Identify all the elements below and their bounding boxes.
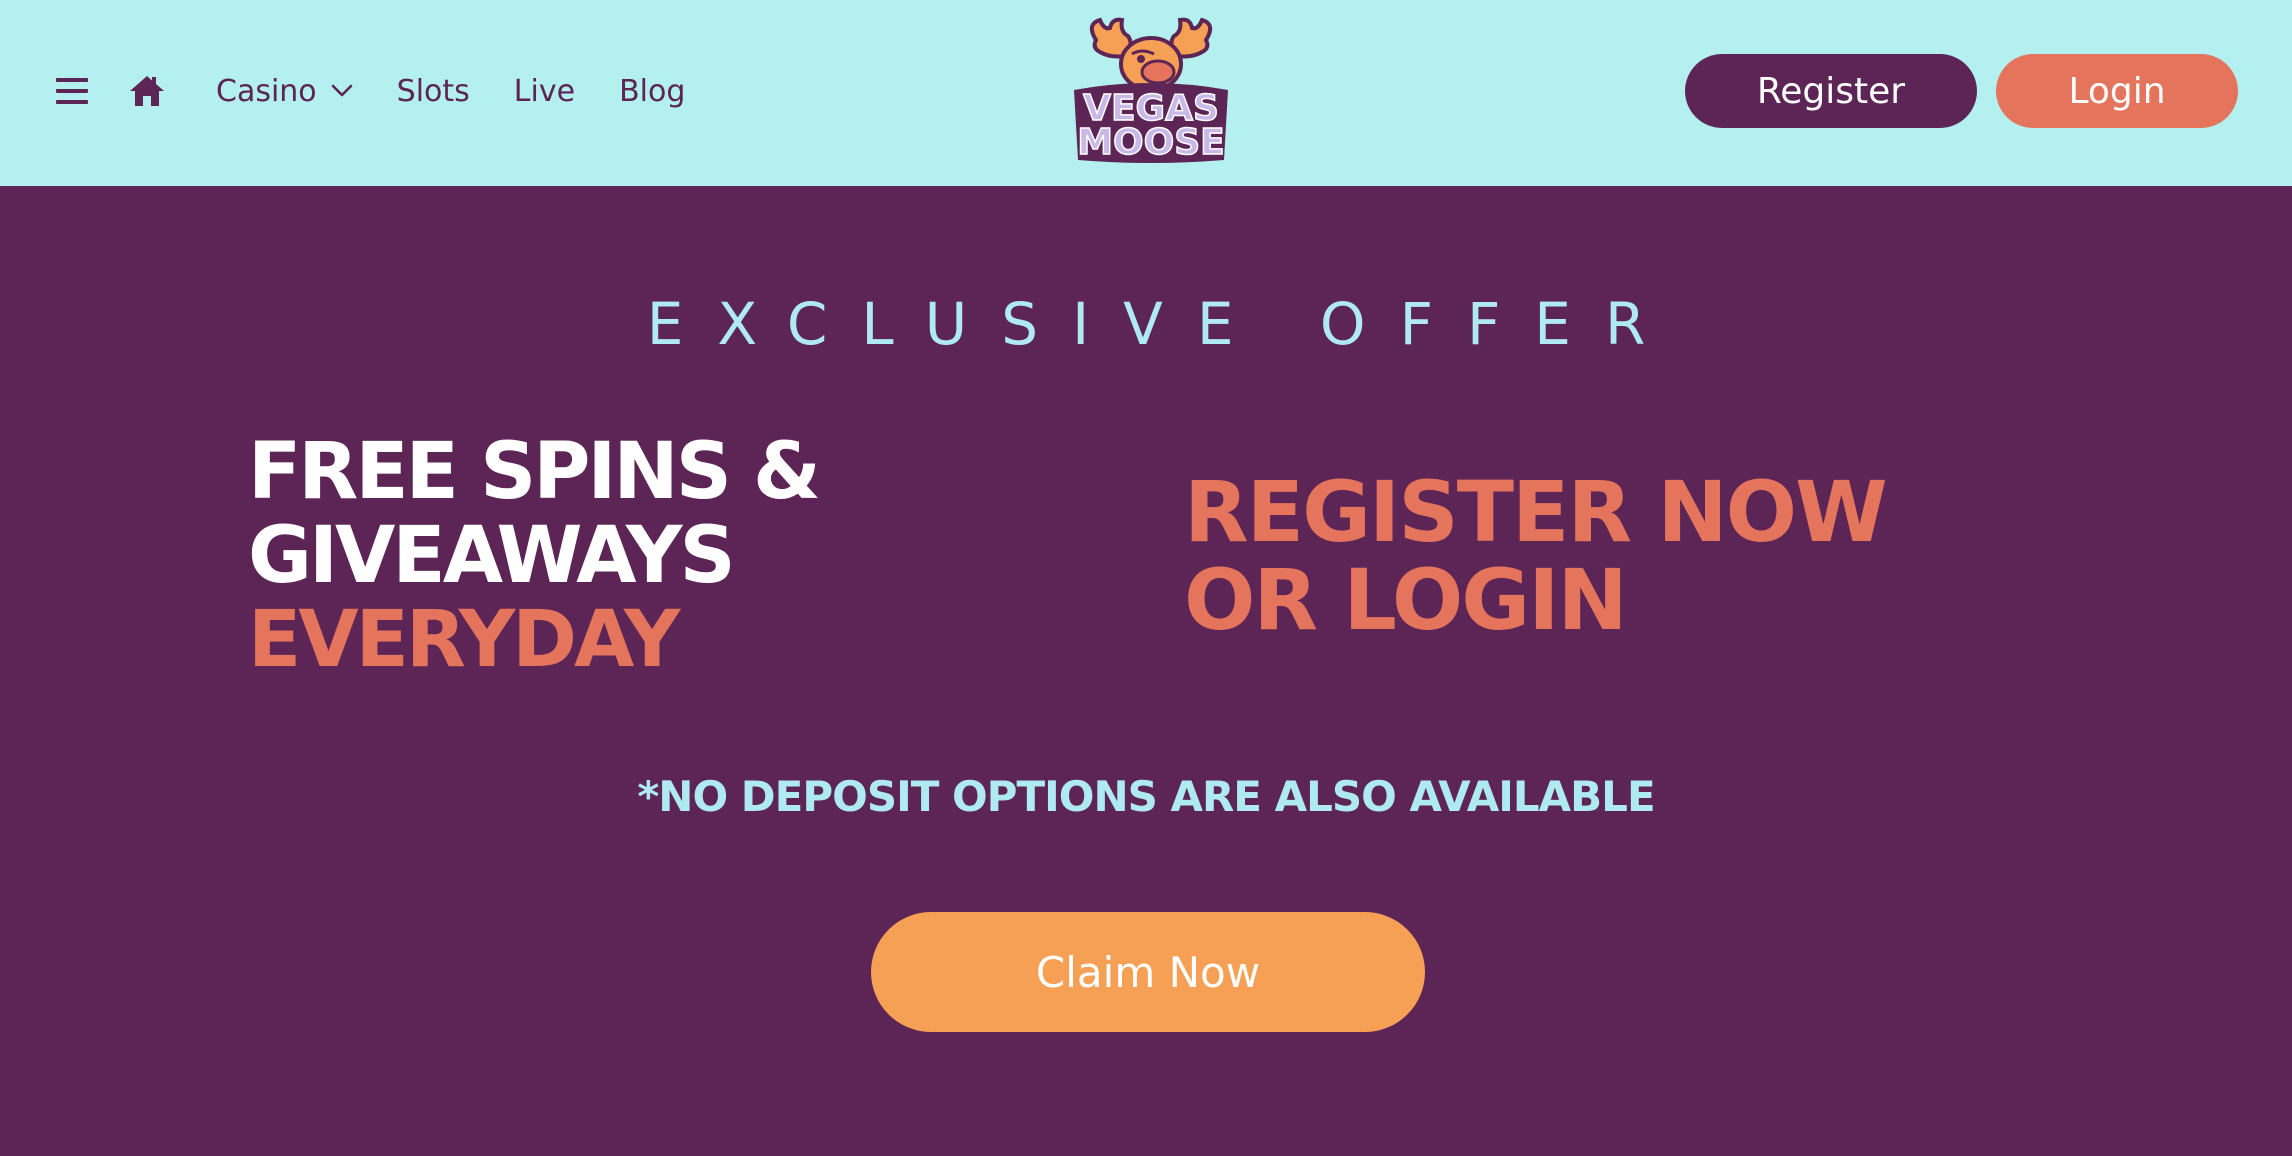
free-spins-headline: FREE SPINS & GIVEAWAYS EVERYDAY	[248, 427, 821, 685]
login-button[interactable]: Login	[1996, 54, 2238, 128]
nav-casino-label: Casino	[216, 73, 317, 109]
headline-right-line1: REGISTER NOW	[1184, 463, 1888, 561]
hamburger-icon[interactable]	[56, 75, 88, 107]
register-button[interactable]: Register	[1685, 54, 1977, 128]
home-icon[interactable]	[128, 74, 166, 108]
headline-left-line3: EVERYDAY	[248, 595, 680, 685]
main-nav: Casino Slots Live Blog	[56, 62, 729, 120]
vegas-moose-logo[interactable]: VEGAS MOOSE	[1066, 14, 1236, 166]
nav-live-link[interactable]: Live	[514, 74, 575, 109]
chevron-down-icon	[331, 84, 352, 97]
nav-slots-link[interactable]: Slots	[397, 74, 470, 109]
claim-now-button[interactable]: Claim Now	[871, 912, 1425, 1032]
headline-left-line1: FREE SPINS &	[248, 427, 821, 517]
logo-line2: MOOSE	[1077, 122, 1225, 163]
nav-casino-dropdown[interactable]: Casino	[216, 74, 353, 109]
nav-blog-link[interactable]: Blog	[619, 74, 685, 109]
headline-left-line2: GIVEAWAYS	[248, 511, 736, 601]
no-deposit-note: *NO DEPOSIT OPTIONS ARE ALSO AVAILABLE	[637, 772, 1655, 821]
headline-right-line2: OR LOGIN	[1184, 551, 1628, 649]
site-header: Casino Slots Live Blog VEGAS MOOSE Regis…	[0, 0, 2292, 186]
register-now-headline: REGISTER NOW OR LOGIN	[1184, 463, 1888, 649]
exclusive-offer-heading: EXCLUSIVE OFFER	[646, 290, 1680, 358]
